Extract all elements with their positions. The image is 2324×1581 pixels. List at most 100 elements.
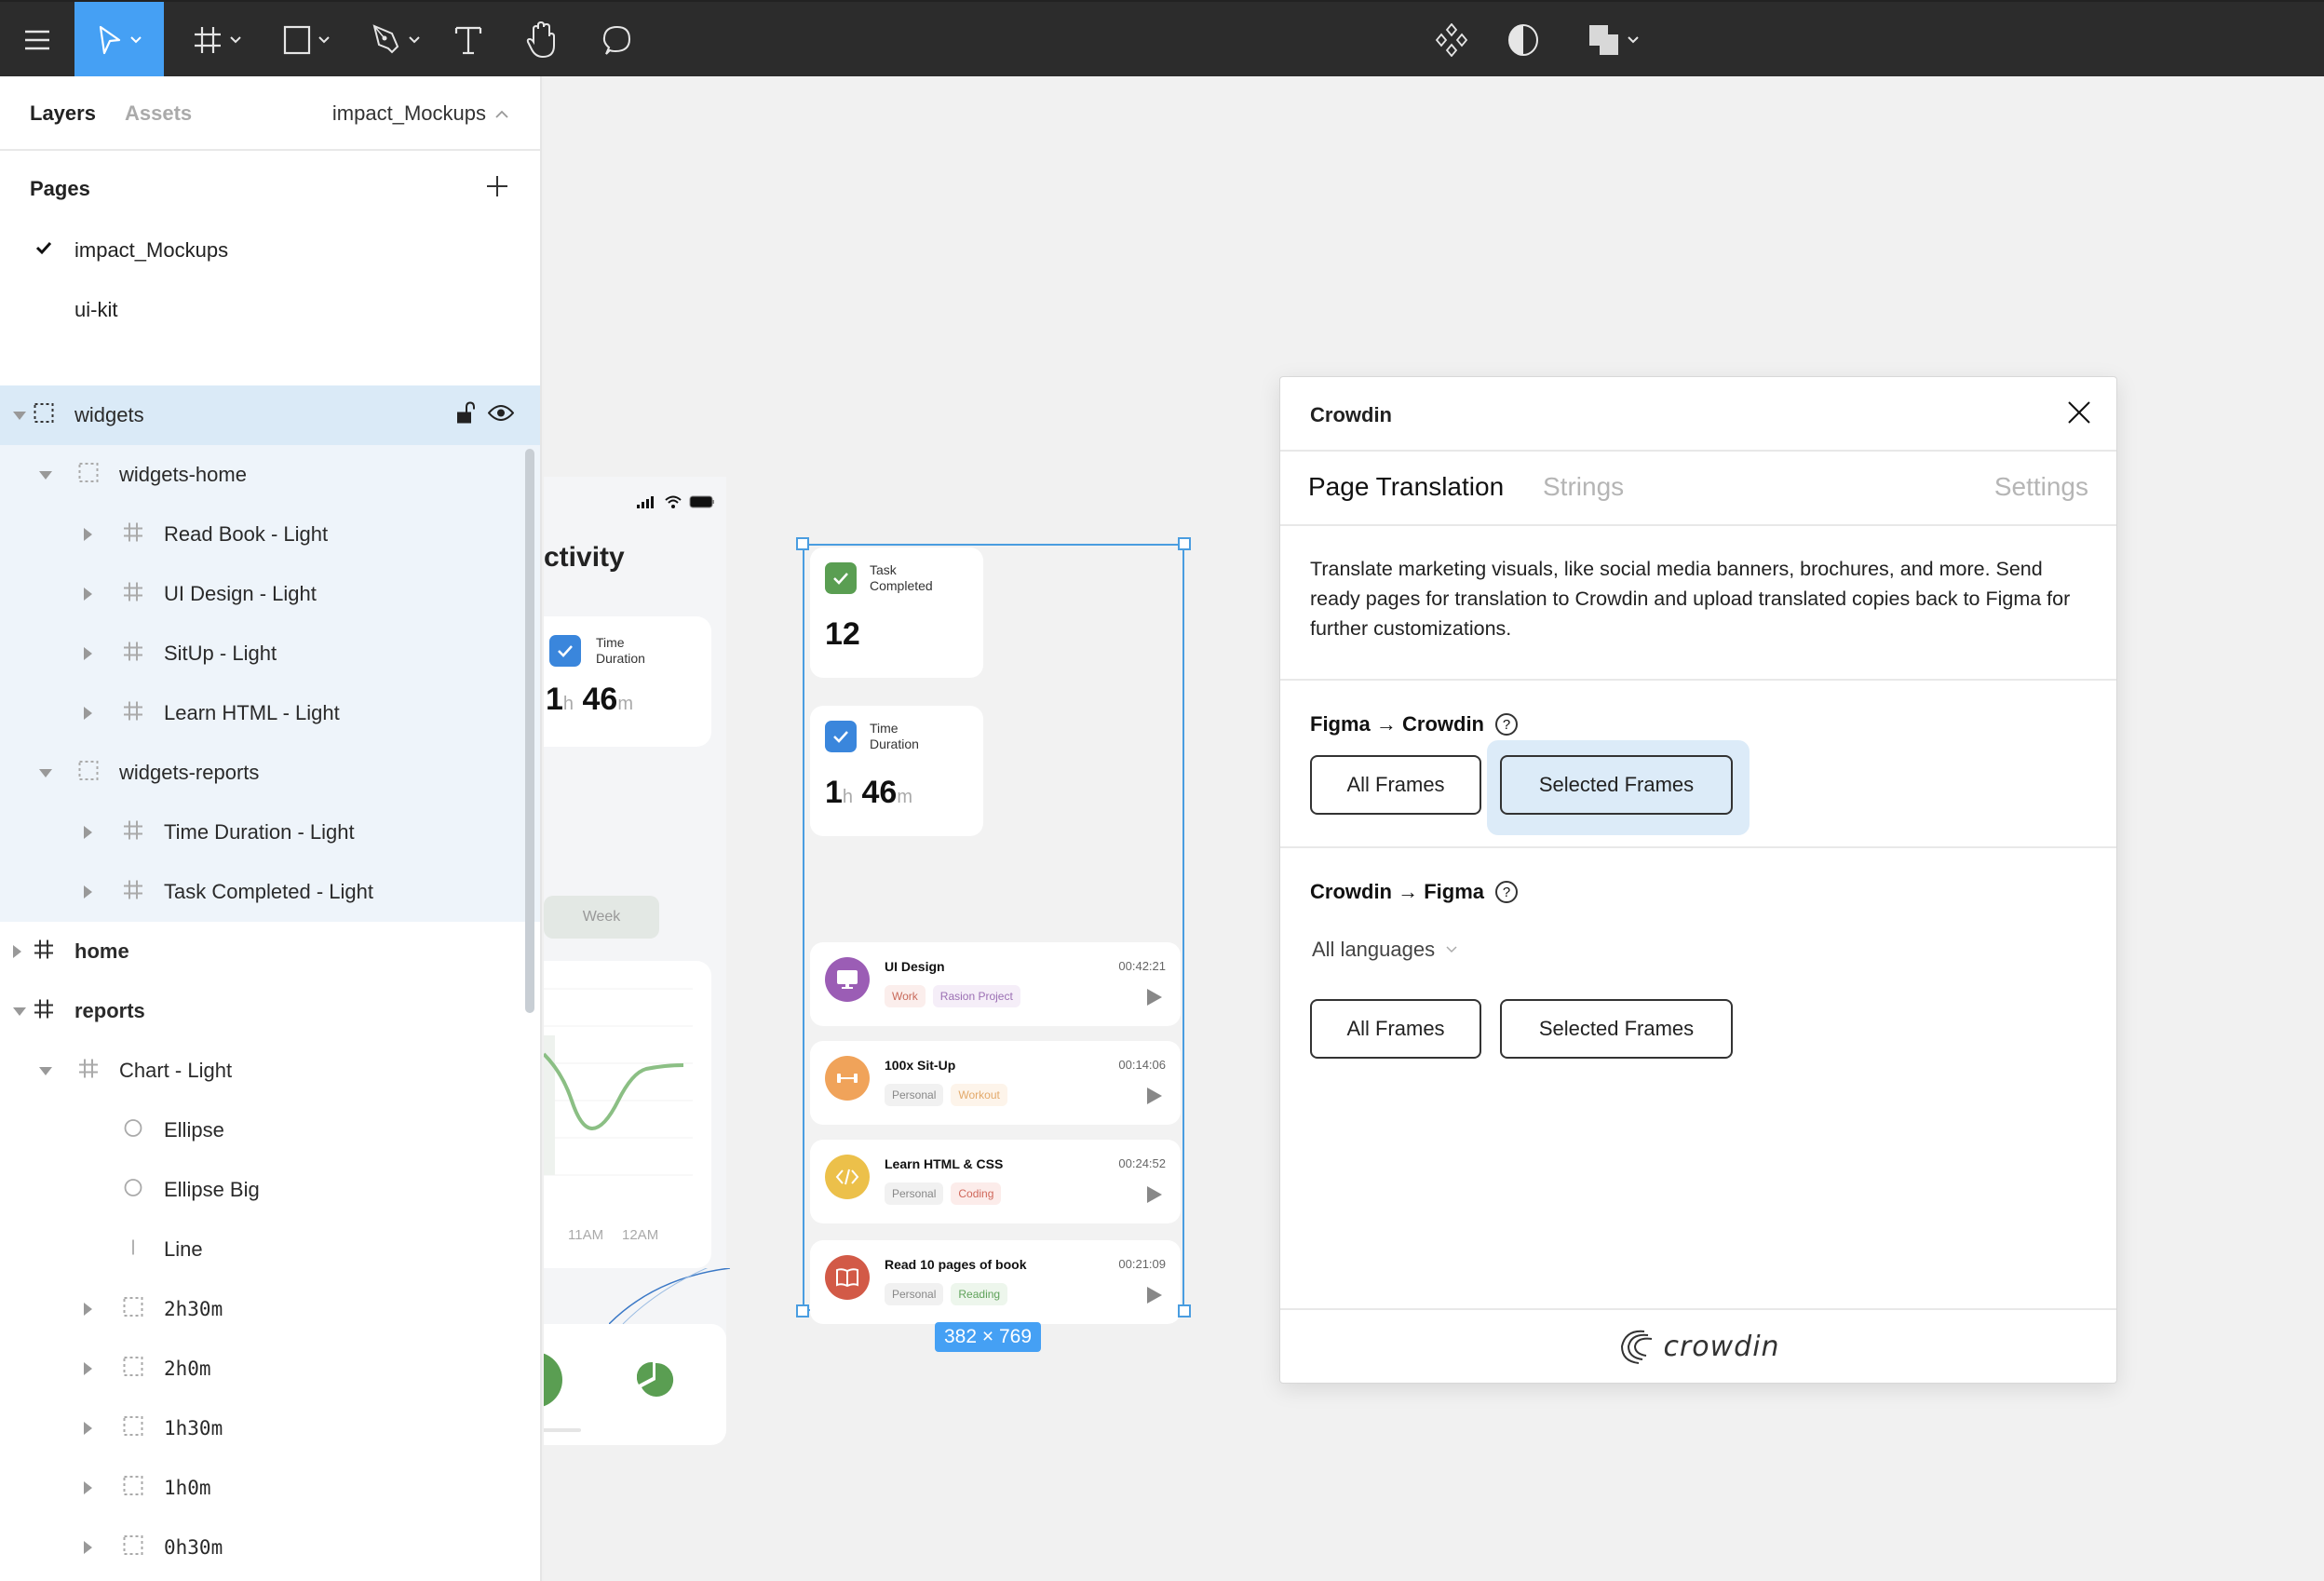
play-icon[interactable] xyxy=(1147,1088,1162,1104)
caret-right-icon[interactable] xyxy=(84,826,92,839)
time-duration-card[interactable]: Time Duration 1h 46m xyxy=(810,706,983,836)
layer-row[interactable]: Time Duration - Light xyxy=(0,803,540,862)
hand-tool-button[interactable] xyxy=(521,2,561,78)
task-card[interactable]: Learn HTML & CSS 00:24:52 Personal Coding xyxy=(810,1140,1181,1223)
help-icon[interactable]: ? xyxy=(1495,881,1518,903)
task-count: 12 xyxy=(825,616,860,652)
caret-down-icon[interactable] xyxy=(13,1007,26,1016)
task-card[interactable]: UI Design 00:42:21 Work Rasion Project xyxy=(810,942,1181,1026)
caret-down-icon[interactable] xyxy=(13,412,26,420)
download-all-frames-button[interactable]: All Frames xyxy=(1310,999,1481,1059)
caret-down-icon[interactable] xyxy=(39,769,52,777)
caret-right-icon[interactable] xyxy=(84,588,92,601)
chevron-down-icon xyxy=(130,36,142,44)
caret-down-icon[interactable] xyxy=(39,471,52,480)
layer-row[interactable]: widgets xyxy=(0,385,540,445)
frame-hash-icon xyxy=(195,27,221,53)
hand-icon xyxy=(526,21,555,59)
page-item-impact-mockups[interactable]: impact_Mockups xyxy=(0,220,540,279)
trend-line xyxy=(544,1052,684,1131)
tab-strings[interactable]: Strings xyxy=(1543,472,1624,502)
layer-row[interactable]: 2h30m xyxy=(0,1279,540,1339)
caret-right-icon[interactable] xyxy=(84,885,92,899)
file-page-switcher[interactable]: impact_Mockups xyxy=(332,101,508,126)
layer-row[interactable]: Ellipse xyxy=(0,1101,540,1160)
caret-right-icon[interactable] xyxy=(84,1541,92,1554)
shape-tool-button[interactable] xyxy=(272,2,341,78)
duration-value: 1h 46m xyxy=(825,775,912,810)
caret-down-icon[interactable] xyxy=(39,1067,52,1075)
caret-right-icon[interactable] xyxy=(84,1362,92,1375)
layer-row[interactable]: home xyxy=(0,922,540,981)
eye-icon[interactable] xyxy=(487,405,515,426)
phone-mockup-partial[interactable]: ctivity Time Duration 1h 46m Week 11AM 12… xyxy=(544,477,730,1445)
caret-right-icon[interactable] xyxy=(84,707,92,720)
comment-tool-button[interactable] xyxy=(596,2,637,78)
play-icon[interactable] xyxy=(1147,1186,1162,1203)
text-tool-button[interactable] xyxy=(449,2,488,78)
add-page-button[interactable] xyxy=(486,175,508,202)
components-button[interactable] xyxy=(1430,2,1473,78)
layer-row[interactable]: Task Completed - Light xyxy=(0,862,540,922)
frame-icon xyxy=(123,820,143,845)
help-icon[interactable]: ? xyxy=(1495,713,1518,736)
task-card[interactable]: Read 10 pages of book 00:21:09 Personal Rea… xyxy=(810,1240,1181,1324)
resize-handle-bottom-right[interactable] xyxy=(1178,1304,1191,1318)
layer-row[interactable]: Line xyxy=(0,1220,540,1279)
layer-row[interactable]: Chart - Light xyxy=(0,1041,540,1101)
tab-layers[interactable]: Layers xyxy=(30,101,96,126)
pen-tool-button[interactable] xyxy=(361,2,430,78)
caret-right-icon[interactable] xyxy=(13,945,21,958)
resize-handle-bottom-left[interactable] xyxy=(796,1304,809,1318)
move-tool-button[interactable] xyxy=(74,2,164,78)
task-card[interactable]: 100x Sit-Up 00:14:06 Personal Workout xyxy=(810,1041,1181,1125)
play-icon[interactable] xyxy=(1147,989,1162,1006)
layer-row[interactable]: UI Design - Light xyxy=(0,564,540,624)
layer-row[interactable]: 1h0m xyxy=(0,1458,540,1518)
tab-assets[interactable]: Assets xyxy=(125,101,192,126)
layers-scrollbar[interactable] xyxy=(525,449,534,1013)
caret-right-icon[interactable] xyxy=(84,1481,92,1494)
pages-header: Pages xyxy=(0,151,540,220)
caret-right-icon[interactable] xyxy=(84,647,92,660)
layer-row[interactable]: 2h0m xyxy=(0,1339,540,1399)
close-button[interactable] xyxy=(2066,399,2092,430)
layer-row[interactable]: Ellipse Big xyxy=(0,1160,540,1220)
layer-row[interactable]: Read Book - Light xyxy=(0,505,540,564)
week-toggle-button[interactable]: Week xyxy=(544,896,659,939)
layer-row[interactable]: 1h30m xyxy=(0,1399,540,1458)
task-completed-card[interactable]: Task Completed 12 xyxy=(810,547,983,678)
layer-label: 2h0m xyxy=(164,1358,211,1380)
layer-row[interactable]: widgets-home xyxy=(0,445,540,505)
resize-handle-top-left[interactable] xyxy=(796,537,809,550)
caret-right-icon[interactable] xyxy=(84,528,92,541)
mask-button[interactable] xyxy=(1503,2,1544,78)
caret-right-icon[interactable] xyxy=(84,1303,92,1316)
caret-right-icon[interactable] xyxy=(84,1422,92,1435)
tab-settings[interactable]: Settings xyxy=(1994,472,2088,502)
card-label: Task Completed xyxy=(870,562,933,593)
layer-row[interactable]: 0h30m xyxy=(0,1518,540,1577)
selected-frame[interactable]: Task Completed 12 Time Duration 1h 46m UI … xyxy=(796,537,1191,1324)
layer-row[interactable]: widgets-reports xyxy=(0,743,540,803)
layer-row[interactable]: reports xyxy=(0,981,540,1041)
download-selected-frames-button[interactable]: Selected Frames xyxy=(1500,999,1733,1059)
plugin-footer: crowdin xyxy=(1280,1308,2116,1383)
tab-page-translation[interactable]: Page Translation xyxy=(1308,472,1504,502)
plugin-tabs: Page Translation Strings Settings xyxy=(1280,452,2116,526)
upload-all-frames-button[interactable]: All Frames xyxy=(1310,755,1481,815)
layer-row[interactable]: Learn HTML - Light xyxy=(0,683,540,743)
page-item-ui-kit[interactable]: ui-kit xyxy=(0,279,540,339)
layer-row[interactable]: SitUp - Light xyxy=(0,624,540,683)
upload-selected-frames-button[interactable]: Selected Frames xyxy=(1500,755,1733,815)
unlock-icon[interactable] xyxy=(456,401,475,429)
main-menu-button[interactable] xyxy=(0,2,74,78)
play-icon[interactable] xyxy=(1147,1287,1162,1304)
boolean-button[interactable] xyxy=(1581,2,1646,78)
language-select[interactable]: All languages xyxy=(1312,938,1457,962)
resize-handle-top-right[interactable] xyxy=(1178,537,1191,550)
layer-label: 2h30m xyxy=(164,1298,223,1320)
signal-icon xyxy=(637,496,654,508)
frame-tool-button[interactable] xyxy=(182,2,251,78)
time-check-icon xyxy=(825,721,857,752)
